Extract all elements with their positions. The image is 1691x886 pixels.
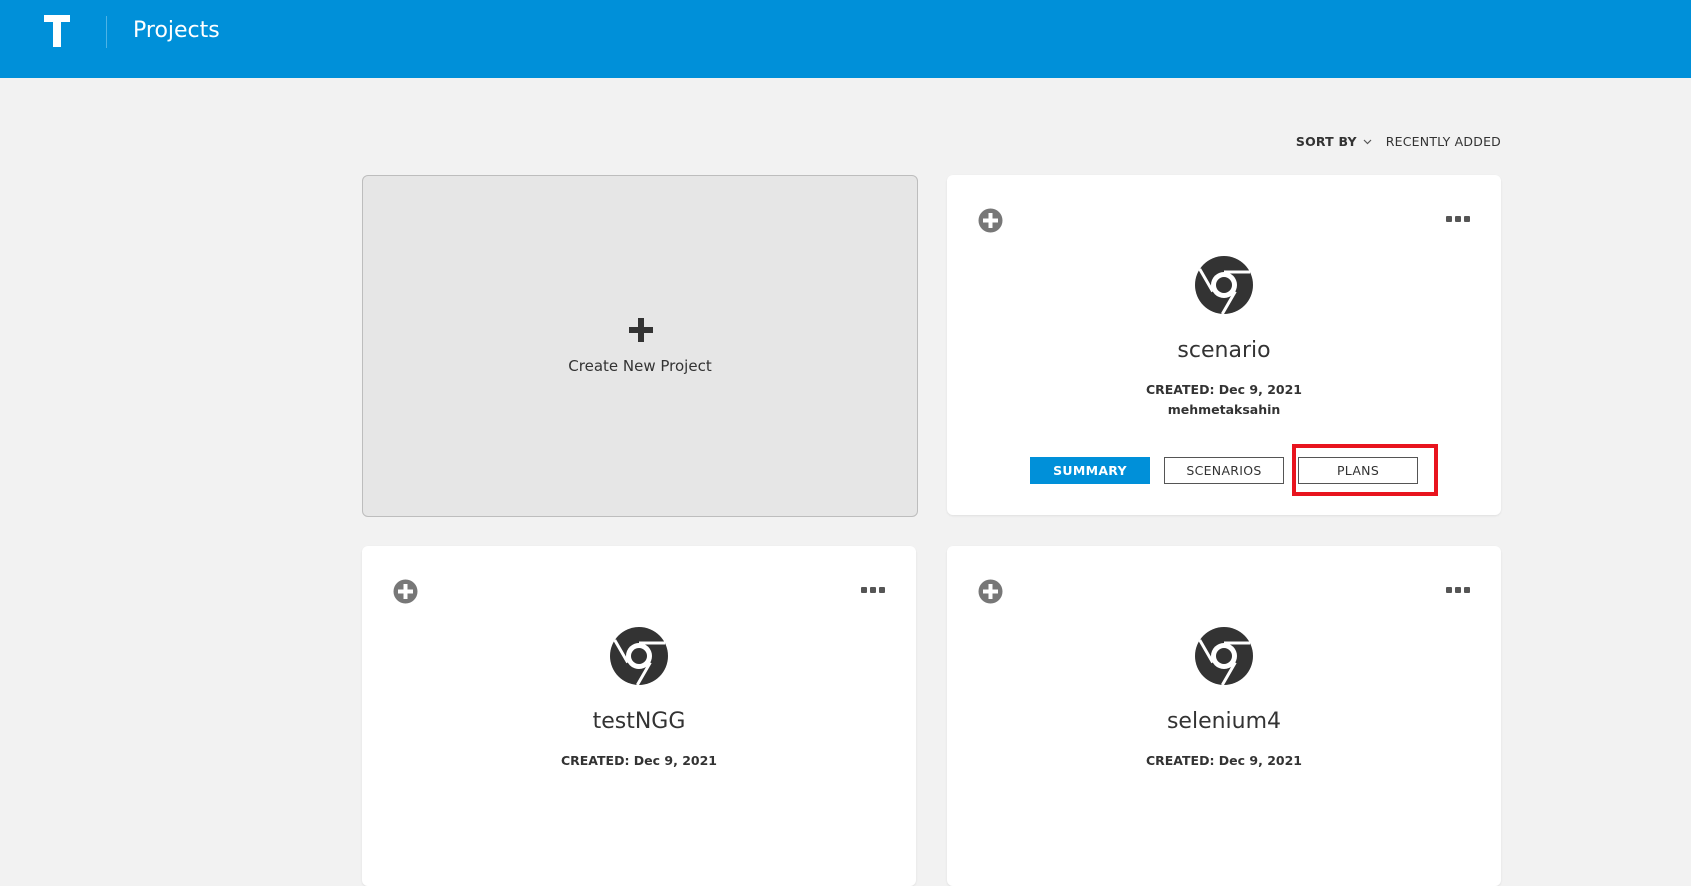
project-card-selenium4: selenium4 CREATED: Dec 9, 2021 [947, 546, 1501, 886]
project-created-date: CREATED: Dec 9, 2021 [1145, 382, 1303, 397]
create-project-card[interactable]: Create New Project [362, 175, 918, 517]
summary-button[interactable]: SUMMARY [1030, 457, 1150, 484]
project-owner: mehmetaksahin [1167, 402, 1281, 417]
more-options-icon[interactable] [1446, 213, 1470, 225]
plans-button[interactable]: PLANS [1298, 457, 1418, 484]
sort-label: SORT BY [1295, 134, 1357, 149]
more-options-icon[interactable] [1446, 584, 1470, 596]
chrome-browser-icon [1195, 256, 1253, 314]
chevron-down-icon[interactable] [1363, 139, 1372, 145]
project-name[interactable]: scenario [947, 338, 1501, 363]
chrome-browser-icon [610, 627, 668, 685]
create-project-label: Create New Project [568, 357, 712, 375]
page-title: Projects [133, 18, 220, 43]
project-card-testngg: testNGG CREATED: Dec 9, 2021 [362, 546, 916, 886]
add-circle-icon[interactable] [978, 208, 1003, 233]
project-card-scenario: scenario CREATED: Dec 9, 2021 mehmetaksa… [947, 175, 1501, 515]
header-divider [106, 16, 107, 48]
add-circle-icon[interactable] [978, 579, 1003, 604]
plus-icon [629, 318, 653, 342]
chrome-browser-icon [1195, 627, 1253, 685]
sort-value[interactable]: RECENTLY ADDED [1386, 134, 1501, 149]
add-circle-icon[interactable] [393, 579, 418, 604]
app-logo-icon[interactable] [44, 15, 70, 47]
top-bar: Projects [0, 0, 1691, 78]
scenarios-button[interactable]: SCENARIOS [1164, 457, 1284, 484]
sort-control[interactable]: SORT BY RECENTLY ADDED [1296, 134, 1501, 149]
project-name[interactable]: selenium4 [947, 709, 1501, 734]
more-options-icon[interactable] [861, 584, 885, 596]
project-name[interactable]: testNGG [362, 709, 916, 734]
project-action-buttons: SUMMARY SCENARIOS PLANS [1030, 457, 1418, 484]
